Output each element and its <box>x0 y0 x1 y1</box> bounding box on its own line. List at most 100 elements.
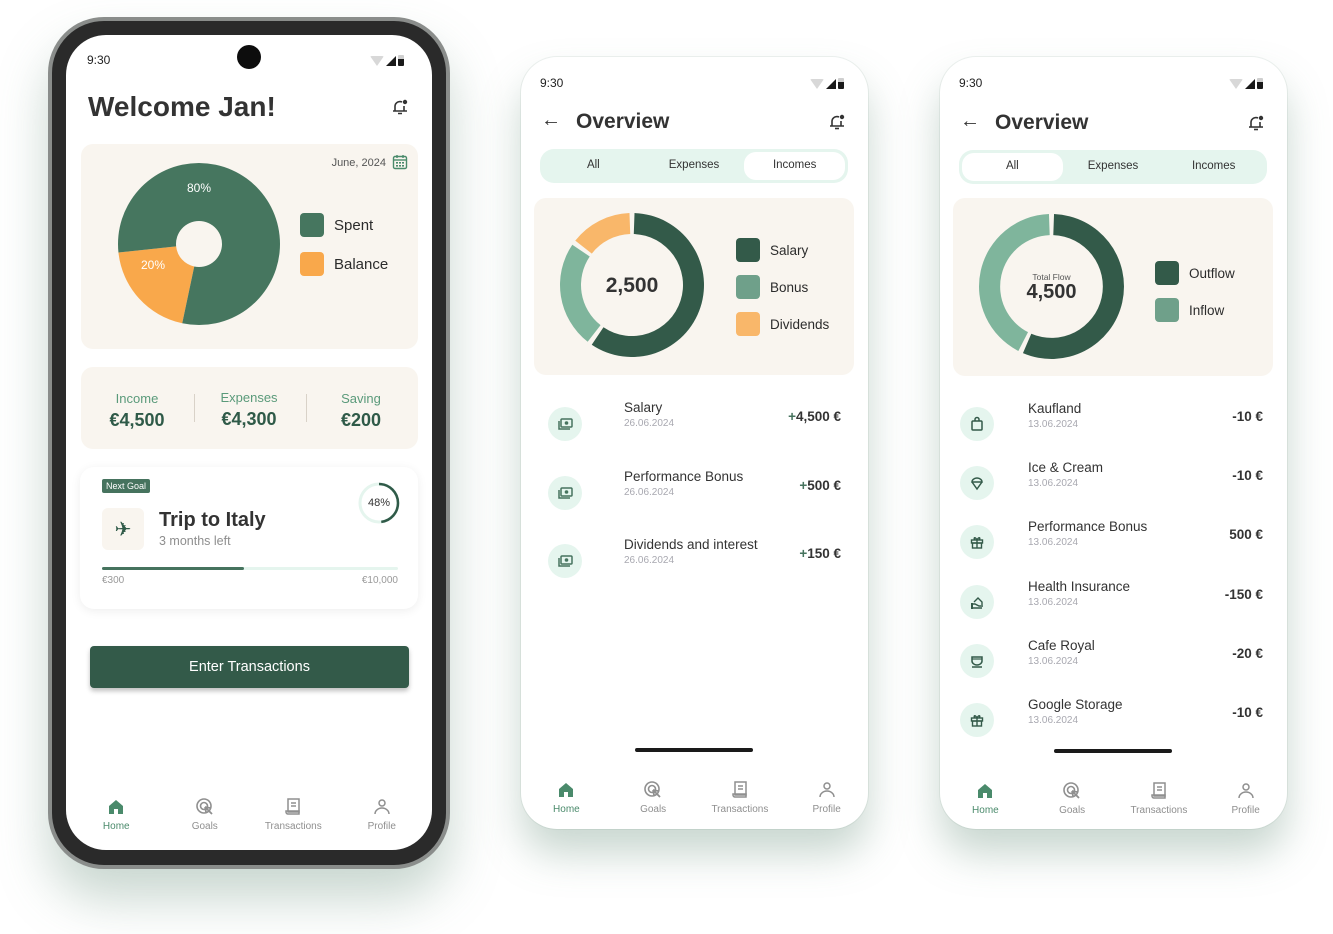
nav-transactions[interactable]: Transactions <box>700 780 780 815</box>
bottom-nav: Home Goals Transactions Profile <box>523 780 868 815</box>
wifi-icon <box>1229 79 1243 89</box>
transaction-date: 26.06.2024 <box>624 418 675 429</box>
filter-tabs: All Expenses Incomes <box>540 149 848 183</box>
nav-profile[interactable]: Profile <box>787 780 867 815</box>
tab-expenses[interactable]: Expenses <box>1063 153 1164 181</box>
transaction-row[interactable]: Performance Bonus 26.06.2024 +500 € <box>521 469 868 526</box>
tab-incomes[interactable]: Incomes <box>1163 153 1264 181</box>
money-icon <box>548 407 582 441</box>
tab-all[interactable]: All <box>962 153 1063 181</box>
transaction-row[interactable]: Health Insurance 13.06.2024 -150 € <box>940 579 1287 635</box>
transaction-row[interactable]: Performance Bonus 13.06.2024 500 € <box>940 519 1287 575</box>
donut-center-value: 2,500 <box>605 274 659 297</box>
back-arrow-icon[interactable]: ← <box>541 109 561 132</box>
next-goal-card[interactable]: Next Goal ✈ Trip to Italy 3 months left … <box>80 467 418 609</box>
transaction-row[interactable]: Salary 26.06.2024 +4,500 € <box>521 400 868 457</box>
home-icon <box>109 800 124 814</box>
transaction-row[interactable]: Kaufland 13.06.2024 -10 € <box>940 401 1287 457</box>
spending-chart-card: June, 2024 80% 20% Spent Balance <box>81 144 418 349</box>
home-icon <box>559 783 574 797</box>
signal-icon <box>826 79 836 89</box>
tab-all[interactable]: All <box>543 152 644 180</box>
nav-goals[interactable]: Goals <box>165 797 245 832</box>
all-overview-screen: 9:30 ← Overview All Expenses Incomes Tot… <box>940 57 1287 829</box>
transaction-amount: -10 € <box>1232 409 1263 424</box>
goal-subtitle: 3 months left <box>159 534 231 548</box>
legend-swatch <box>736 275 760 299</box>
nav-home[interactable]: Home <box>945 781 1025 816</box>
notification-bell-icon[interactable] <box>1247 114 1265 132</box>
nav-transactions[interactable]: Transactions <box>253 797 333 832</box>
stat-expenses: Expenses €4,300 <box>199 390 299 430</box>
donut-segment-dividends <box>575 213 631 254</box>
transaction-row[interactable]: Ice & Cream 13.06.2024 -10 € <box>940 460 1287 516</box>
receipt-icon <box>285 798 300 815</box>
transaction-name: Ice & Cream <box>1028 460 1104 476</box>
legend-salary: Salary <box>736 238 808 262</box>
nav-label: Transactions <box>1130 805 1188 816</box>
legend-label: Balance <box>334 255 389 273</box>
nav-label: Goals <box>191 821 218 832</box>
filter-tabs: All Expenses Incomes <box>959 150 1267 184</box>
nav-profile[interactable]: Profile <box>1206 781 1286 816</box>
page-title: Overview <box>576 110 670 133</box>
divider <box>194 394 195 422</box>
transaction-row[interactable]: Dividends and interest 26.06.2024 +150 € <box>521 537 868 594</box>
page-title: Overview <box>995 111 1089 134</box>
goal-progress-fill <box>102 567 245 570</box>
nav-label: Home <box>553 804 580 815</box>
back-arrow-icon[interactable]: ← <box>960 110 980 133</box>
transaction-amount: +150 € <box>799 546 841 561</box>
wifi-icon <box>370 56 384 66</box>
goal-percent: 48% <box>367 497 391 509</box>
transaction-row[interactable]: Google Storage 13.06.2024 -10 € <box>940 697 1287 753</box>
gift-icon <box>960 703 994 737</box>
date-label: June, 2024 <box>331 157 386 169</box>
transaction-name: Cafe Royal <box>1028 637 1095 653</box>
stat-value: €4,500 <box>109 410 165 430</box>
goals-icon <box>1063 782 1080 799</box>
transaction-date: 13.06.2024 <box>1028 596 1079 608</box>
nav-label: Home <box>102 821 130 832</box>
pie-label-spent: 80% <box>187 181 211 195</box>
nav-label: Transactions <box>264 821 322 832</box>
nav-goals[interactable]: Goals <box>1032 781 1112 816</box>
divider <box>306 394 307 422</box>
tab-incomes[interactable]: Incomes <box>744 152 846 180</box>
stat-label: Saving <box>341 391 381 406</box>
page-title: Welcome Jan! <box>88 91 276 122</box>
transaction-name: Kaufland <box>1028 401 1082 416</box>
receipt-icon <box>1151 782 1166 799</box>
nav-goals[interactable]: Goals <box>613 780 693 815</box>
nav-transactions[interactable]: Transactions <box>1119 781 1199 816</box>
nav-profile[interactable]: Profile <box>342 797 422 832</box>
transaction-row[interactable]: Cafe Royal 13.06.2024 -20 € <box>940 638 1287 694</box>
stat-value: €4,300 <box>221 409 277 429</box>
home-indicator <box>635 748 753 752</box>
transaction-amount: +500 € <box>799 478 841 493</box>
airplane-icon: ✈ <box>102 508 144 550</box>
legend-swatch <box>736 238 760 262</box>
status-icons <box>1229 78 1263 89</box>
nav-home[interactable]: Home <box>76 797 156 832</box>
tab-expenses[interactable]: Expenses <box>644 152 745 180</box>
wifi-icon <box>810 79 824 89</box>
transaction-date: 26.06.2024 <box>624 555 675 566</box>
legend-inflow: Inflow <box>1155 298 1224 322</box>
status-icons <box>810 78 844 89</box>
legend-swatch <box>300 252 324 276</box>
next-goal-badge: Next Goal <box>102 479 151 493</box>
notification-bell-icon[interactable] <box>828 113 846 131</box>
enter-transactions-button[interactable]: Enter Transactions <box>90 646 409 688</box>
transaction-amount: -150 € <box>1224 586 1263 602</box>
calendar-icon[interactable] <box>392 154 408 170</box>
legend-dividends: Dividends <box>736 312 829 336</box>
transaction-amount: -20 € <box>1232 645 1263 661</box>
nav-home[interactable]: Home <box>526 780 606 815</box>
goal-max: €10,000 <box>361 575 398 586</box>
transaction-date: 13.06.2024 <box>1028 478 1079 490</box>
money-icon <box>548 475 582 510</box>
legend-spent: Spent <box>300 213 373 237</box>
donut-center-value: 4,500 <box>1026 281 1077 303</box>
notification-bell-icon[interactable] <box>391 98 409 116</box>
